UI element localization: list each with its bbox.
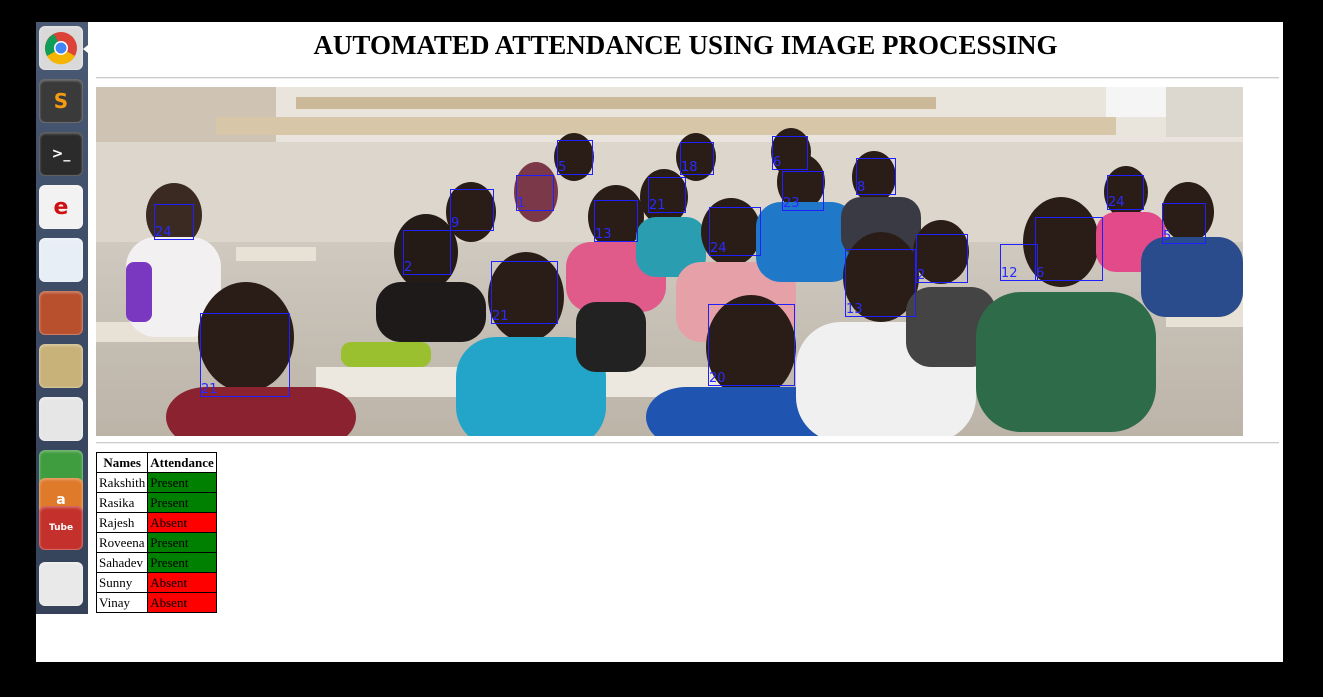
face-label: 9: [451, 216, 460, 231]
attendance-status: Present: [147, 552, 217, 573]
names-header: Names: [95, 452, 149, 473]
face-box: 23: [782, 171, 824, 211]
face-label: 23: [783, 196, 800, 211]
table-row: Vinay Absent: [95, 592, 217, 613]
face-box: 8: [856, 158, 896, 195]
page-title: AUTOMATED ATTENDANCE USING IMAGE PROCESS…: [313, 30, 1058, 60]
youtube-glyph: Tube: [48, 523, 74, 533]
gmail-icon[interactable]: [39, 562, 83, 606]
face-label: 24: [1108, 195, 1125, 210]
face-label: 18: [681, 160, 698, 175]
attendance-status: Present: [147, 532, 217, 553]
attendance-status: Present: [147, 492, 217, 513]
top-divider: [96, 77, 1279, 79]
face-label: 21: [201, 382, 218, 397]
face-label: 21: [492, 309, 509, 324]
face-label: 1: [517, 196, 526, 211]
sublime-text-glyph: S: [53, 89, 69, 113]
terminal-glyph: >_: [51, 146, 71, 162]
student-name: Vinay: [95, 592, 149, 613]
photo-tool-icon[interactable]: [39, 344, 83, 388]
face-label: 5: [1163, 229, 1172, 244]
face-box: 2: [403, 230, 451, 275]
table-row: Sahadev Present: [95, 552, 217, 573]
face-label: 24: [155, 225, 172, 240]
face-box: 13: [594, 200, 638, 242]
table-header-row: Names Attendance: [95, 452, 217, 473]
unity-launcher: S >_ e a Tube: [36, 22, 88, 614]
attendance-table: Names Attendance Rakshith Present Rasika Pr…: [95, 452, 217, 613]
table-row: Rasika Present: [95, 492, 217, 513]
face-label: 20: [709, 371, 726, 386]
face-box: 24: [1107, 175, 1144, 210]
attendance-header: Attendance: [147, 452, 217, 473]
face-label: 12: [1001, 266, 1018, 281]
face-box: 2: [916, 234, 968, 283]
face-box: 5: [1162, 203, 1206, 244]
table-row: Sunny Absent: [95, 572, 217, 593]
face-box: 21: [491, 261, 558, 324]
launcher-bottom-blank: [36, 614, 88, 662]
face-box: 1: [516, 175, 554, 211]
face-box: 21: [648, 177, 686, 213]
classroom-photo: 24 21 5 9 1 2 13 18 21 6 23 24 8 13 2 12…: [96, 87, 1243, 436]
browser-page: AUTOMATED ATTENDANCE USING IMAGE PROCESS…: [88, 22, 1283, 662]
student-name: Rakshith: [95, 472, 149, 493]
table-row: Rajesh Absent: [95, 512, 217, 533]
bottom-divider: [96, 442, 1279, 444]
attendance-status: Absent: [147, 512, 217, 533]
face-label: 13: [846, 302, 863, 317]
face-box: 5: [557, 140, 593, 175]
face-box: 13: [845, 249, 916, 317]
youtube-icon[interactable]: Tube: [39, 506, 83, 550]
table-row: Rakshith Present: [95, 472, 217, 493]
chrome-logo: [45, 32, 77, 65]
face-label: 5: [558, 160, 567, 175]
student-name: Sahadev: [95, 552, 149, 573]
face-label: 21: [649, 198, 666, 213]
attendance-status: Absent: [147, 572, 217, 593]
student-name: Rajesh: [95, 512, 149, 533]
face-label: 6: [773, 155, 782, 170]
face-label: 6: [1036, 266, 1045, 281]
face-box: 21: [200, 313, 290, 397]
attendance-status: Present: [147, 472, 217, 493]
face-box: 9: [450, 189, 494, 231]
face-box: 20: [708, 304, 795, 386]
text-editor-icon[interactable]: [39, 397, 83, 441]
student-name: Roveena: [95, 532, 149, 553]
sublime-text-icon[interactable]: S: [39, 79, 83, 123]
student-name: Sunny: [95, 572, 149, 593]
terminal-icon[interactable]: >_: [39, 132, 83, 176]
student-name: Rasika: [95, 492, 149, 513]
face-label: 24: [710, 241, 727, 256]
face-box: 6: [1035, 217, 1103, 281]
face-label: 8: [857, 180, 866, 195]
face-box: 12: [1000, 244, 1038, 281]
chrome-icon[interactable]: [39, 26, 83, 70]
face-box: 24: [154, 204, 194, 240]
ubuntu-one-icon[interactable]: e: [39, 185, 83, 229]
table-row: Roveena Present: [95, 532, 217, 553]
files-icon[interactable]: [39, 291, 83, 335]
image-viewer-icon[interactable]: [39, 238, 83, 282]
face-label: 2: [917, 268, 926, 283]
face-box: 24: [709, 207, 761, 256]
face-label: 13: [595, 227, 612, 242]
ubuntu-one-glyph: e: [53, 194, 69, 220]
face-box: 6: [772, 136, 808, 170]
face-box: 18: [680, 142, 714, 175]
face-label: 2: [404, 260, 413, 275]
attendance-status: Absent: [147, 592, 217, 613]
